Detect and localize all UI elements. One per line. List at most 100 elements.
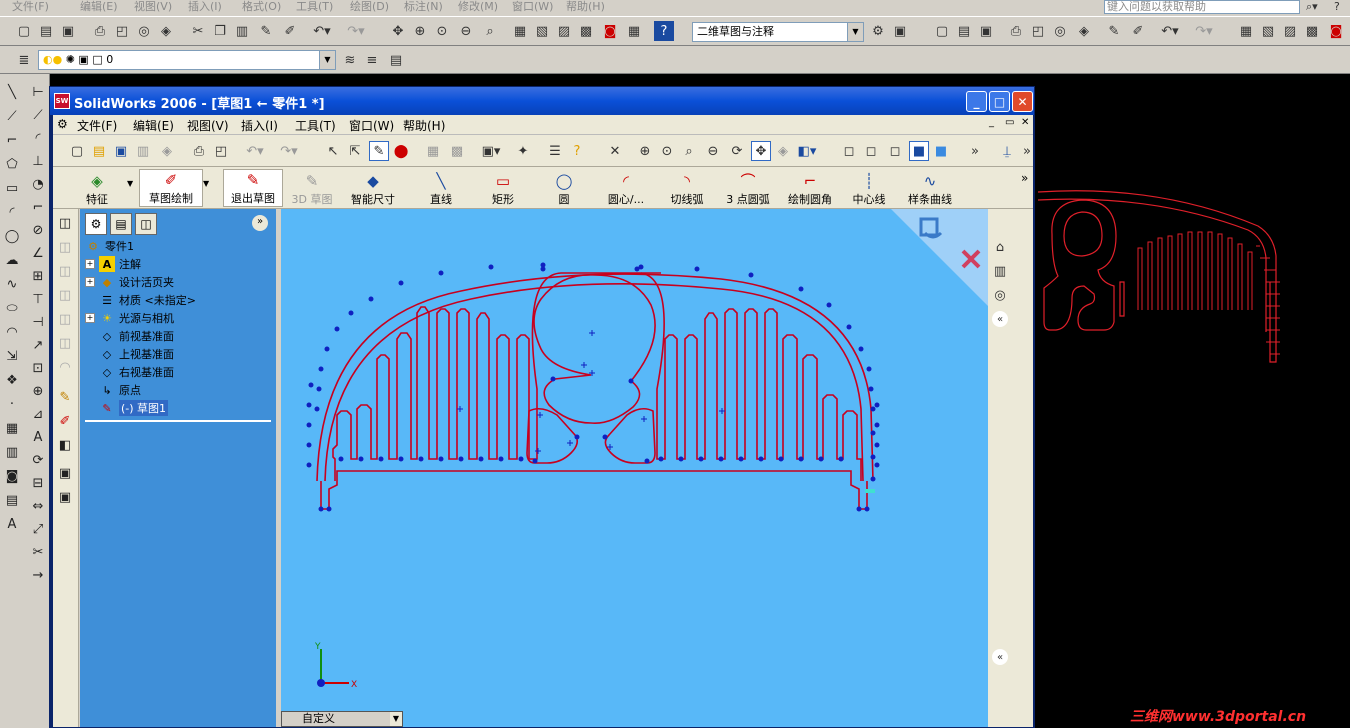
centerpoint-arc-button[interactable]: ◜ 圆心/...	[599, 169, 653, 207]
rectangle-button[interactable]: ▭ 矩形	[481, 169, 525, 207]
arc-icon[interactable]: ◜	[2, 202, 22, 222]
doc-restore-button[interactable]: ▭	[1005, 117, 1014, 128]
open-icon[interactable]: ▤	[954, 21, 974, 41]
region-icon[interactable]: ◙	[2, 466, 22, 486]
spline-icon[interactable]: ∿	[2, 274, 22, 294]
layer-previous-icon[interactable]: ≡	[362, 50, 382, 70]
minimize-button[interactable]: _	[966, 91, 987, 112]
search-icon[interactable]: ⌕▾	[1306, 0, 1318, 14]
rotate-icon[interactable]: ⟳	[727, 141, 747, 161]
zoom-selection-icon[interactable]: ⊖	[703, 141, 723, 161]
feature-template-icon[interactable]: ▣	[55, 463, 75, 483]
3d-drawing-view-icon[interactable]: ◈	[773, 141, 793, 161]
point-icon[interactable]: ·	[2, 394, 22, 414]
plot-icon[interactable]: ⎙	[1006, 21, 1026, 41]
rectangle-icon[interactable]: ▭	[2, 178, 22, 198]
extrude-icon[interactable]: ◫	[55, 213, 75, 233]
acad-menu-view[interactable]: 视图(V)	[134, 0, 172, 14]
help-icon[interactable]: ?	[1334, 0, 1340, 14]
dim-baseline-icon[interactable]: ⊤	[28, 289, 48, 309]
zoom-to-fit-icon[interactable]: ⊕	[635, 141, 655, 161]
zoom-in-out-icon[interactable]: ⌕	[679, 141, 699, 161]
qleader-icon[interactable]: ↗	[28, 335, 48, 355]
collapse-panel-icon[interactable]: »	[252, 215, 268, 231]
save-icon[interactable]: ▣	[111, 141, 131, 161]
open-icon[interactable]: ▤	[89, 141, 109, 161]
fillet-icon[interactable]: ◠	[55, 357, 75, 377]
zoom-previous-icon[interactable]: ⊖	[456, 21, 476, 41]
make-assembly-icon[interactable]: ◈	[157, 141, 177, 161]
design-center-icon[interactable]: ▧	[532, 21, 552, 41]
spline-button[interactable]: ∿ 样条曲线	[903, 169, 957, 207]
design-center-icon[interactable]: ▧	[1258, 21, 1278, 41]
cut-icon[interactable]: ✂	[188, 21, 208, 41]
dim-style-icon[interactable]: ⊟	[28, 473, 48, 493]
view-orientation-icon[interactable]: ◧▾	[797, 141, 817, 161]
paste-icon[interactable]: ▥	[232, 21, 252, 41]
sheet-set-icon[interactable]: ▩	[1302, 21, 1322, 41]
instant3d-icon[interactable]: ◧	[55, 435, 75, 455]
3d-sketch-button[interactable]: ✎ 3D 草图	[289, 169, 335, 207]
select-filter-icon[interactable]: ⇱	[345, 141, 365, 161]
rebuild-icon[interactable]: ⬤	[391, 141, 411, 161]
revision-cloud-icon[interactable]: ☁	[2, 250, 22, 270]
trim-icon[interactable]: ✂	[28, 542, 48, 562]
tool-palettes-icon[interactable]: ▨	[554, 21, 574, 41]
design-library-icon[interactable]: ▥	[990, 261, 1010, 281]
3-point-arc-button[interactable]: ⌒ 3 点圆弧	[721, 169, 775, 207]
polyline-icon[interactable]: ⌐	[2, 130, 22, 150]
sweep-icon[interactable]: ◫	[55, 261, 75, 281]
make-block-icon[interactable]: ❖	[2, 370, 22, 390]
dim-text-edit-icon[interactable]: A	[28, 427, 48, 447]
toolbar-overflow-icon[interactable]: »	[1017, 141, 1037, 161]
zoom-realtime-icon[interactable]: ⊕	[410, 21, 430, 41]
property-manager-tab[interactable]: ▤	[110, 213, 132, 235]
acad-menu-edit[interactable]: 编辑(E)	[80, 0, 118, 14]
chevron-down-icon[interactable]: ▼	[203, 179, 209, 188]
exit-sketch-button[interactable]: ✎ 退出草图	[223, 169, 283, 207]
normal-to-icon[interactable]: ✕	[605, 141, 625, 161]
pan-icon[interactable]: ✥	[388, 21, 408, 41]
table-icon[interactable]: ▤	[2, 490, 22, 510]
tool-palettes-icon[interactable]: ▨	[1280, 21, 1300, 41]
redo-icon[interactable]: ↷▾	[346, 21, 366, 41]
options-icon[interactable]: ☰	[545, 141, 565, 161]
grid-icon[interactable]: ▦	[423, 141, 443, 161]
sw-menu-file[interactable]: 文件(F)	[77, 117, 117, 134]
quick-dim-icon[interactable]: ⊞	[28, 266, 48, 286]
3d-dwf-icon[interactable]: ◈	[1074, 21, 1094, 41]
shaded-icon[interactable]: ■	[931, 141, 951, 161]
gradient-icon[interactable]: ▥	[2, 442, 22, 462]
tree-item-material[interactable]: ☰ 材质 <未指定>	[99, 291, 196, 309]
redo-icon[interactable]: ↷▾	[279, 141, 299, 161]
zoom-extents-icon[interactable]: ⌕	[480, 21, 500, 41]
sketch-icon[interactable]: ✎	[369, 141, 389, 161]
copy-feature-icon[interactable]: ▣	[55, 487, 75, 507]
dim-ordinate-icon[interactable]: ⊥	[28, 151, 48, 171]
tree-root-part[interactable]: ⚙ 零件1	[85, 237, 134, 255]
undo-icon[interactable]: ↶▾	[1160, 21, 1180, 41]
new-icon[interactable]: ▢	[67, 141, 87, 161]
smart-dimension-button[interactable]: ◆ 智能尺寸	[347, 169, 399, 207]
cut-extrude-icon[interactable]: ◫	[55, 309, 75, 329]
layer-states-icon[interactable]: ▤	[386, 50, 406, 70]
tree-item-front-plane[interactable]: ◇ 前视基准面	[99, 327, 174, 345]
layer-manager-icon[interactable]: ≣	[14, 50, 34, 70]
ellipse-icon[interactable]: ⬭	[2, 298, 22, 318]
mtext-icon[interactable]: A	[2, 514, 22, 534]
configuration-manager-tab[interactable]: ◫	[135, 213, 157, 235]
dim-diameter-icon[interactable]: ⊘	[28, 220, 48, 240]
tangent-arc-button[interactable]: ◝ 切线弧	[663, 169, 711, 207]
line-icon[interactable]: ╲	[2, 82, 22, 102]
acad-menu-window[interactable]: 窗口(W)	[512, 0, 553, 14]
curves-icon[interactable]: ✐	[55, 411, 75, 431]
properties-icon[interactable]: ▦	[510, 21, 530, 41]
display-states-icon[interactable]: ✦	[513, 141, 533, 161]
part-doc-icon[interactable]: ⚙	[57, 117, 68, 131]
doc-close-button[interactable]: ✕	[1021, 117, 1029, 128]
expand-task-pane-icon[interactable]: «	[992, 311, 1008, 327]
scale-icon[interactable]: ⤢	[28, 519, 48, 539]
toolbar-overflow-icon[interactable]: »	[965, 141, 985, 161]
ellipse-arc-icon[interactable]: ◠	[2, 322, 22, 342]
shaded-with-edges-icon[interactable]: ■	[909, 141, 929, 161]
